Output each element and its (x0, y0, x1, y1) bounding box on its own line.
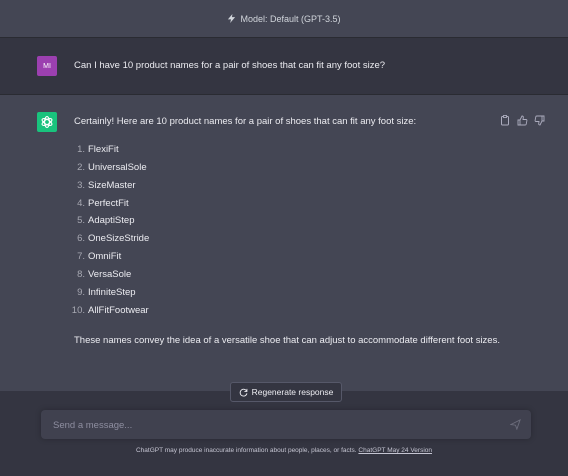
send-icon[interactable] (510, 419, 521, 430)
list-item: 6. OneSizeStride (60, 230, 149, 248)
composer (41, 410, 531, 441)
list-number: 8. (77, 268, 85, 280)
product-name: AdaptiStep (88, 215, 135, 227)
list-item: 9. InfiniteStep (60, 284, 149, 302)
model-header: Model: Default (GPT-3.5) (0, 0, 568, 38)
assistant-intro: Certainly! Here are 10 product names for… (74, 116, 417, 127)
list-number: 10. (71, 304, 85, 316)
product-name: FlexiFit (88, 144, 119, 155)
list-number: 1. (77, 144, 85, 155)
list-number: 6. (77, 233, 85, 245)
list-item: 8. VersaSole (60, 266, 149, 284)
product-name: VersaSole (88, 268, 132, 280)
lightning-icon (228, 14, 236, 23)
message-actions (499, 114, 545, 126)
user-message-text: Can I have 10 product names for a pair o… (74, 60, 386, 71)
message-input[interactable] (51, 410, 495, 441)
thumbs-up-icon[interactable] (516, 114, 528, 126)
version-link[interactable]: ChatGPT May 24 Version (358, 447, 432, 454)
footer-disclaimer: ChatGPT may produce inaccurate informati… (0, 447, 568, 454)
list-number: 3. (77, 179, 85, 191)
regenerate-label: Regenerate response (251, 387, 334, 397)
chatgpt-logo-icon (37, 112, 57, 132)
user-avatar: MI (37, 56, 57, 76)
list-item: 2. UniversalSole (60, 159, 149, 177)
regenerate-response-button[interactable]: Regenerate response (230, 382, 342, 402)
list-number: 4. (77, 197, 85, 209)
thumbs-down-icon[interactable] (533, 114, 545, 126)
product-name: InfiniteStep (88, 286, 136, 298)
disclaimer-text: ChatGPT may produce inaccurate informati… (135, 447, 359, 454)
assistant-message: Certainly! Here are 10 product names for… (0, 95, 568, 391)
list-item: 1. FlexiFit (60, 141, 149, 159)
list-item: 10. AllFitFootwear (60, 302, 149, 320)
list-item: 3. SizeMaster (60, 177, 149, 195)
refresh-icon (239, 388, 247, 397)
list-number: 9. (77, 286, 85, 298)
list-number: 7. (77, 251, 85, 263)
model-label: Model: Default (GPT-3.5) (240, 13, 341, 24)
product-name: OneSizeStride (88, 233, 150, 245)
product-name: PerfectFit (88, 197, 129, 209)
list-number: 5. (77, 215, 85, 227)
list-item: 5. AdaptiStep (60, 212, 149, 230)
product-name: SizeMaster (88, 179, 136, 191)
assistant-summary: These names convey the idea of a versati… (74, 335, 500, 346)
list-number: 2. (77, 161, 85, 173)
product-name: UniversalSole (88, 161, 147, 173)
list-item: 7. OmniFit (60, 248, 149, 266)
product-name: AllFitFootwear (88, 304, 149, 316)
product-name: OmniFit (88, 251, 122, 263)
product-name-list: 1. FlexiFit 2. UniversalSole 3. SizeMaster … (60, 141, 149, 319)
list-item: 4. PerfectFit (60, 195, 149, 213)
user-message: MI Can I have 10 product names for a pai… (0, 38, 568, 95)
clipboard-icon[interactable] (499, 114, 511, 126)
